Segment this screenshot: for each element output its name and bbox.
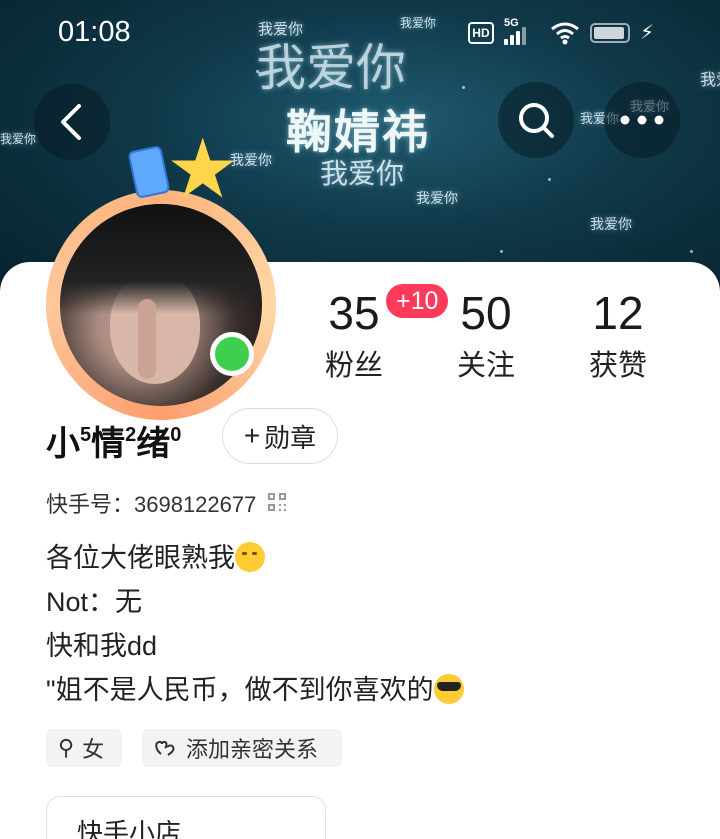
kuaishou-id-row[interactable]: 快手号：3698122677 [46, 487, 288, 519]
fans-count: 35 [328, 287, 380, 339]
add-relationship-button[interactable]: 添加亲密关系 [142, 729, 342, 767]
shop-title: 快手小店 [77, 818, 182, 839]
female-icon: ⚲ [58, 735, 75, 760]
star-sticker-icon: ★ [166, 124, 240, 215]
sparkle-dot [690, 250, 693, 253]
banner-text-medium: 我爱你 [320, 157, 405, 190]
linked-hearts-icon [155, 740, 175, 756]
sparkle-dot [500, 250, 503, 253]
network-type-label: 5G [503, 16, 519, 29]
status-icons: HD 5G ⚡ [467, 17, 654, 45]
banner-text-small: 我爱你 [416, 191, 458, 207]
likes-count: 12 [592, 287, 644, 339]
banner-text-small: 我爱你 [700, 70, 720, 89]
kissing-face-icon [235, 542, 265, 572]
gender-tag: ⚲ 女 [46, 729, 122, 767]
chevron-left-icon [61, 104, 81, 140]
search-button[interactable] [498, 82, 574, 158]
wifi-icon [551, 22, 579, 44]
sunglasses-face-icon [433, 674, 464, 704]
relationship-label: 添加亲密关系 [186, 737, 319, 762]
more-dots-icon [620, 115, 664, 125]
stat-following[interactable]: 50 关注 [448, 288, 524, 384]
bio-line: 各位大佬眼熟我 [46, 536, 464, 580]
bio: 各位大佬眼熟我 Not：无 快和我dd "姐不是人民币，做不到你喜欢的 [46, 536, 464, 712]
avatar[interactable]: ★ [46, 129, 278, 420]
sparkle-dot [548, 178, 551, 181]
new-fans-badge: +10 [386, 284, 449, 318]
fans-label: 粉丝 [324, 350, 383, 382]
kuaishou-id: 快手号：3698122677 [46, 492, 257, 517]
charging-icon: ⚡ [639, 22, 654, 44]
qr-code-icon[interactable] [268, 493, 288, 513]
banner-text-small: 我爱你 [590, 217, 632, 233]
gender-label: 女 [82, 737, 105, 762]
plus-icon: + [243, 420, 261, 451]
banner-text-small: 我爱你 [0, 132, 37, 146]
username: 小5情2绪0 [46, 424, 182, 463]
add-medal-button[interactable]: + 勋章 [222, 408, 338, 464]
bio-line: 快和我dd [46, 631, 158, 661]
stat-likes[interactable]: 12 获赞 [580, 288, 656, 384]
cellular-signal-icon: 5G [503, 17, 540, 45]
search-icon [519, 103, 554, 138]
bio-line: Not：无 [46, 587, 143, 617]
hd-icon: HD [467, 21, 494, 44]
likes-label: 获赞 [588, 350, 647, 382]
kuaishou-shop-card[interactable]: 快手小店 [46, 796, 326, 839]
back-button[interactable] [34, 84, 110, 160]
bio-line: "姐不是人民币，做不到你喜欢的 [46, 668, 464, 712]
following-count: 50 [460, 287, 512, 339]
sparkle-dot [256, 70, 259, 73]
sparkle-dot [462, 86, 465, 89]
medal-label: 勋章 [264, 422, 317, 453]
following-label: 关注 [456, 350, 515, 382]
stat-fans[interactable]: 35 粉丝 [316, 288, 392, 384]
online-status-dot [210, 332, 254, 376]
banner-text-large: 我爱你 [256, 39, 406, 97]
battery-icon [589, 22, 630, 43]
status-time: 01:08 [58, 16, 131, 48]
more-button[interactable] [604, 82, 680, 158]
